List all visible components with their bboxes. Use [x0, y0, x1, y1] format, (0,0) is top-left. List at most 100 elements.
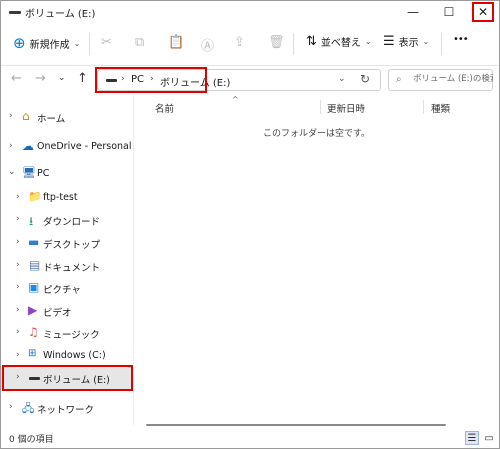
chevron-right-icon[interactable]: › — [9, 141, 13, 151]
column-divider[interactable] — [320, 100, 321, 114]
sidebar-item-home[interactable]: › ⌂ ホーム — [1, 106, 133, 128]
recent-locations-chevron-icon[interactable]: ⌄ — [58, 73, 66, 83]
sidebar-item-pictures[interactable]: › ▣ ピクチャ — [1, 277, 133, 299]
divider — [293, 33, 294, 55]
sidebar-item-desktop[interactable]: › ▬ デスクトップ — [1, 232, 133, 254]
sidebar-item-label: Windows (C:) — [43, 350, 106, 361]
new-button[interactable]: ⊕ 新規作成 ⌄ — [13, 34, 80, 52]
minimize-button[interactable]: — — [399, 1, 427, 23]
chevron-right-icon[interactable]: › — [16, 282, 20, 292]
chevron-right-icon[interactable]: › — [16, 305, 20, 315]
divider — [89, 33, 90, 55]
network-folder-icon: 📁 — [28, 190, 42, 203]
close-button-highlight — [472, 2, 494, 22]
sidebar-item-ftp-test[interactable]: › 📁 ftp-test — [1, 187, 133, 209]
chevron-down-icon: ⌄ — [422, 37, 430, 46]
view-button[interactable]: ☰ 表示 ⌄ — [383, 34, 429, 49]
back-arrow-icon[interactable]: ← — [11, 71, 22, 86]
up-arrow-icon[interactable]: ↑ — [77, 71, 88, 86]
address-history-chevron-icon[interactable]: ⌄ — [338, 74, 346, 84]
sidebar-item-label: ftp-test — [43, 192, 78, 203]
chevron-right-icon[interactable]: › — [9, 111, 13, 121]
maximize-button[interactable]: ☐ — [435, 1, 463, 23]
chevron-right-icon[interactable]: › — [16, 237, 20, 247]
desktop-icon: ▬ — [28, 235, 40, 249]
file-list-pane[interactable]: ^ 名前 更新日時 種類 このフォルダーは空です。 — [134, 95, 499, 426]
sidebar-item-music[interactable]: › ♫ ミュージック — [1, 322, 133, 344]
search-input[interactable] — [411, 73, 495, 85]
picture-icon: ▣ — [28, 280, 40, 294]
sidebar-item-downloads[interactable]: › ⭳ ダウンロード — [1, 209, 133, 231]
address-row: ← → ⌄ ↑ › PC › ボリューム (E:) ⌄ ↻ ⌕ — [1, 65, 499, 95]
chevron-right-icon[interactable]: › — [16, 350, 20, 360]
details-view-button[interactable]: ☰ — [465, 431, 479, 445]
document-icon: ▤ — [29, 258, 41, 272]
rename-icon[interactable]: Ⓐ — [201, 35, 214, 54]
horizontal-scrollbar[interactable] — [146, 424, 446, 426]
windows-drive-icon: ⊞ — [28, 348, 37, 359]
plus-icon: ⊕ — [13, 34, 26, 52]
details-view-icon: ☰ — [467, 432, 477, 444]
cut-icon[interactable]: ✂ — [101, 35, 112, 50]
view-icon: ☰ — [383, 34, 395, 49]
sidebar-item-label: デスクトップ — [43, 240, 101, 251]
sidebar-item-network[interactable]: › 🖧 ネットワーク — [1, 397, 133, 419]
search-box[interactable]: ⌕ — [388, 69, 495, 91]
share-icon[interactable]: ⇪ — [234, 35, 245, 50]
chevron-down-icon: ⌄ — [364, 37, 372, 46]
title-bar: ボリューム (E:) — ☐ ✕ — [1, 1, 499, 23]
sidebar-item-label: ビデオ — [43, 308, 72, 319]
column-divider[interactable] — [423, 100, 424, 114]
sidebar-item-label: ミュージック — [43, 330, 100, 341]
download-icon: ⭳ — [29, 214, 34, 228]
item-count: 0 個の項目 — [9, 435, 54, 445]
new-button-label: 新規作成 — [29, 39, 70, 51]
sidebar-item-label: ピクチャ — [43, 285, 81, 296]
drive-icon — [9, 11, 21, 14]
chevron-right-icon[interactable]: › — [16, 260, 20, 270]
column-header-type[interactable]: 種類 — [431, 101, 450, 115]
chevron-right-icon[interactable]: › — [16, 327, 20, 337]
sidebar-item-label: ネットワーク — [37, 405, 95, 416]
chevron-right-icon[interactable]: › — [16, 214, 20, 224]
address-bar-highlight — [95, 67, 207, 93]
sidebar-item-pc[interactable]: ⌄ 🖥 PC — [1, 163, 133, 185]
sidebar-item-label: PC — [37, 168, 50, 179]
refresh-icon[interactable]: ↻ — [360, 72, 370, 86]
sort-icon: ⇅ — [306, 34, 317, 49]
search-icon: ⌕ — [396, 74, 402, 85]
tiles-view-button[interactable]: ▭ — [482, 431, 496, 445]
view-button-label: 表示 — [398, 38, 419, 49]
delete-icon[interactable]: 🗑 — [268, 35, 285, 50]
video-icon: ▶ — [28, 303, 38, 317]
sort-button[interactable]: ⇅ 並べ替え ⌄ — [306, 34, 372, 49]
cloud-icon: ☁ — [22, 139, 34, 153]
paste-icon[interactable]: 📋 — [168, 35, 184, 50]
chevron-down-icon: ⌄ — [73, 38, 81, 48]
sidebar-item-label: ドキュメント — [43, 263, 101, 274]
music-icon: ♫ — [28, 325, 39, 339]
chevron-right-icon[interactable]: › — [16, 192, 20, 202]
file-explorer-window: ボリューム (E:) — ☐ ✕ ⊕ 新規作成 ⌄ ✂ ⧉ 📋 Ⓐ ⇪ 🗑 ⇅ … — [0, 0, 500, 449]
empty-folder-message: このフォルダーは空です。 — [262, 129, 371, 139]
command-bar: ⊕ 新規作成 ⌄ ✂ ⧉ 📋 Ⓐ ⇪ 🗑 ⇅ 並べ替え ⌄ ☰ 表示 ⌄ ••• — [1, 23, 499, 66]
more-options-button[interactable]: ••• — [453, 34, 469, 45]
sidebar-item-label: ホーム — [37, 114, 66, 125]
status-bar: 0 個の項目 ☰ ▭ — [1, 429, 499, 448]
column-header-modified[interactable]: 更新日時 — [327, 101, 365, 115]
sidebar-item-label: OneDrive - Personal — [37, 141, 132, 152]
sidebar-item-onedrive[interactable]: › ☁ OneDrive - Personal — [1, 136, 133, 158]
sidebar-item-documents[interactable]: › ▤ ドキュメント — [1, 255, 133, 277]
forward-arrow-icon[interactable]: → — [35, 71, 46, 86]
sort-button-label: 並べ替え — [320, 38, 361, 49]
copy-icon[interactable]: ⧉ — [135, 35, 144, 50]
tiles-view-icon: ▭ — [484, 432, 494, 444]
selected-item-highlight — [2, 365, 133, 391]
chevron-right-icon[interactable]: › — [9, 402, 13, 412]
chevron-down-icon[interactable]: ⌄ — [8, 167, 16, 177]
network-icon: 🖧 — [22, 402, 35, 415]
column-header-name[interactable]: 名前 — [155, 101, 174, 115]
divider — [441, 33, 442, 55]
sidebar-item-windows-c[interactable]: › ⊞ Windows (C:) — [1, 345, 133, 367]
sidebar-item-videos[interactable]: › ▶ ビデオ — [1, 300, 133, 322]
